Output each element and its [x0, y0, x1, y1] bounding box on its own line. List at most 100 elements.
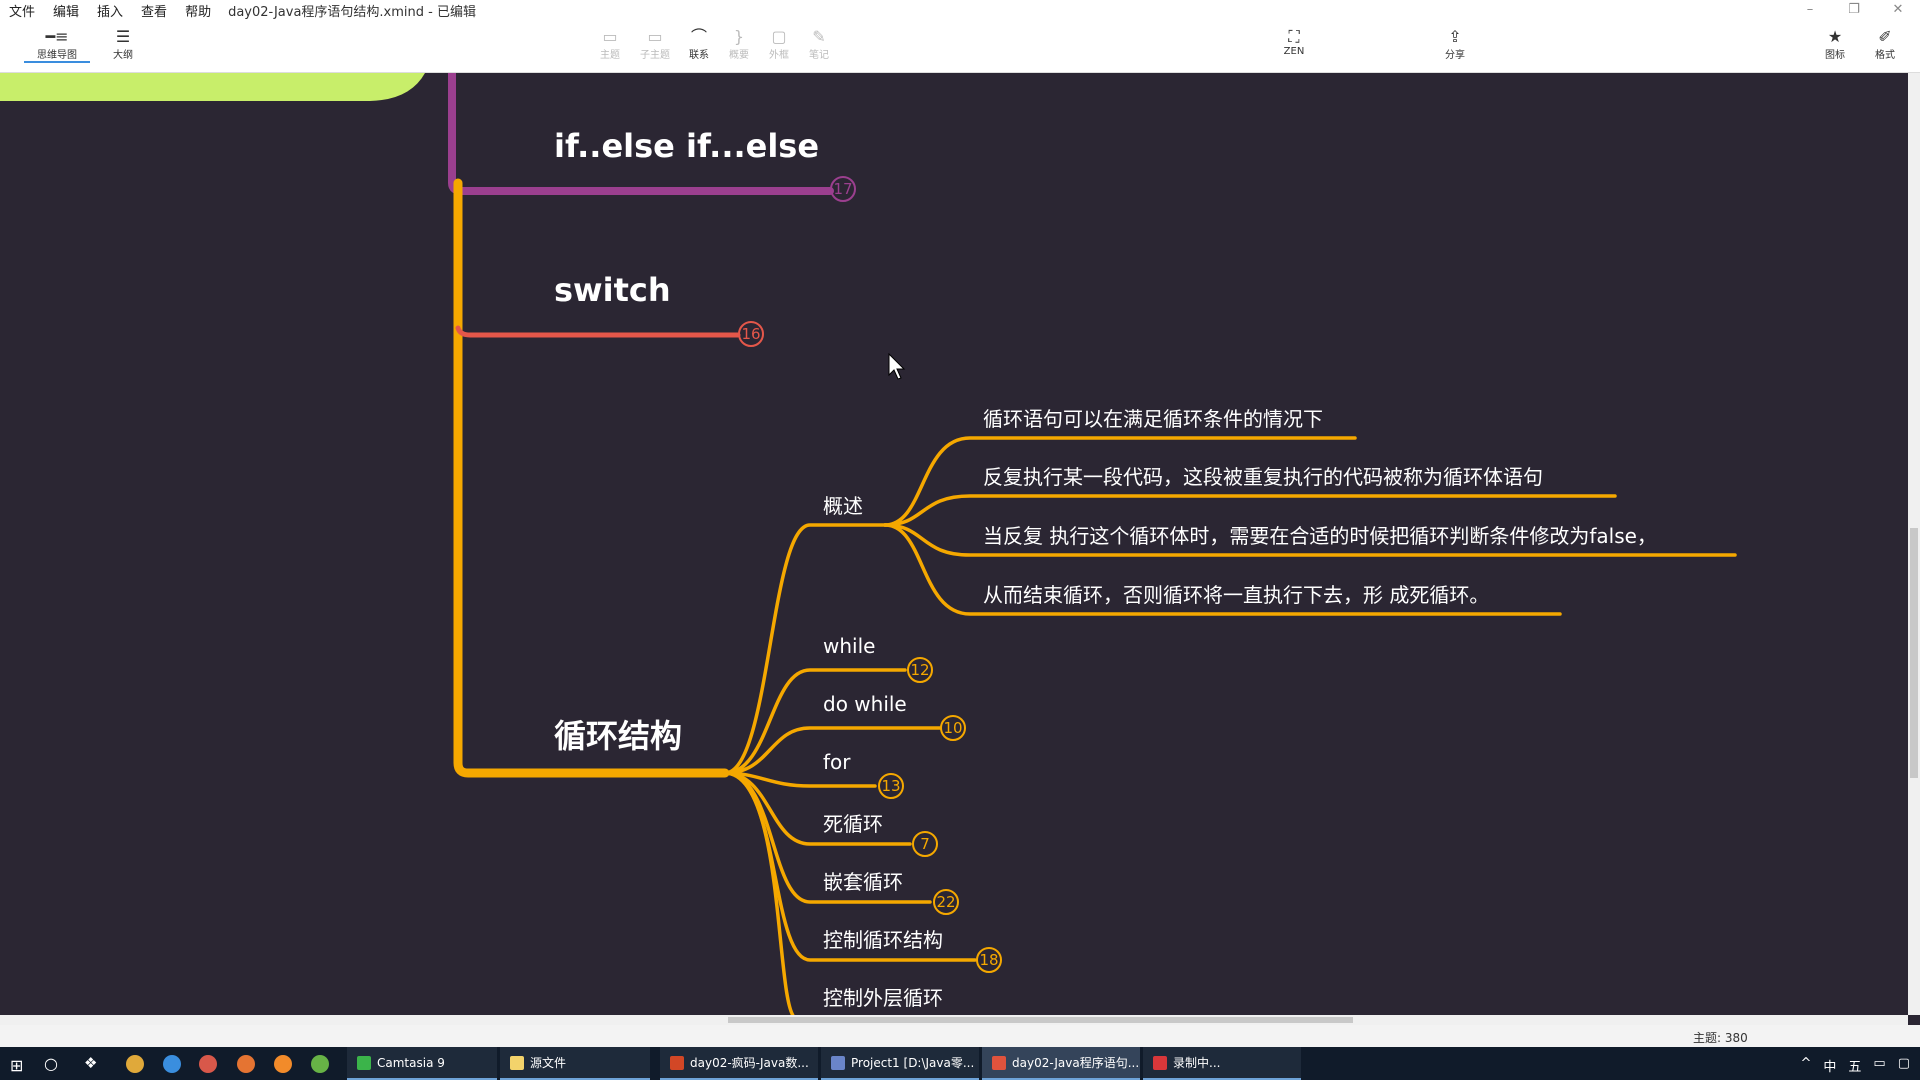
- relationship-icon: ⌒: [690, 27, 707, 46]
- subtopic-icon: ▭: [647, 27, 663, 46]
- topic-nested-loop[interactable]: 嵌套循环: [823, 866, 903, 895]
- star-icon: ★: [1827, 27, 1843, 46]
- horizontal-scroll-thumb[interactable]: [728, 1017, 1353, 1023]
- relationship-label: 联系: [689, 50, 709, 61]
- nested-count-badge[interactable]: 22: [933, 889, 959, 915]
- topic-control-loop[interactable]: 控制循环结构: [823, 924, 943, 953]
- dowhile-count-badge[interactable]: 10: [940, 715, 966, 741]
- taskbar-project[interactable]: Project1 [D:\Java零...: [821, 1047, 979, 1080]
- note-label: 笔记: [809, 50, 829, 61]
- overview-line-3[interactable]: 当反复 执行这个循环体时，需要在合适的时候把循环判断条件修改为false，: [983, 520, 1657, 549]
- overview-line-4[interactable]: 从而结束循环，否则循环将一直执行下去，形 成死循环。: [983, 579, 1489, 608]
- taskbar-project-label: Project1 [D:\Java零...: [851, 1056, 975, 1070]
- topic-label: 主题: [600, 50, 620, 61]
- window-title: day02-Java程序语句结构.xmind - 已编辑: [228, 4, 476, 20]
- vertical-scrollbar[interactable]: [1908, 73, 1920, 1015]
- taskbar-ppt[interactable]: day02-疯码-Java数...: [660, 1047, 818, 1080]
- menu-edit[interactable]: 编辑: [44, 1, 88, 20]
- topic-overview[interactable]: 概述: [823, 490, 863, 519]
- app-icon[interactable]: [199, 1055, 217, 1073]
- subtopic-label: 子主题: [640, 50, 670, 61]
- recording-icon: [1153, 1055, 1167, 1070]
- icon-panel-button[interactable]: ★ 图标: [1810, 27, 1860, 62]
- subtopic-button[interactable]: ▭ 子主题: [630, 27, 680, 62]
- mindmap-canvas[interactable]: if..else if...else 17 switch 16 循环结构 概述 …: [0, 73, 1908, 1015]
- chrome-icon[interactable]: [126, 1055, 144, 1073]
- summary-label: 概要: [729, 50, 749, 61]
- restore-button[interactable]: ❐: [1832, 0, 1876, 20]
- outline-icon: ☰: [115, 27, 131, 46]
- topic-while[interactable]: while: [823, 634, 875, 658]
- for-count-badge[interactable]: 13: [878, 773, 904, 799]
- overview-line-2[interactable]: 反复执行某一段代码，这段被重复执行的代码被称为循环体语句: [983, 461, 1543, 490]
- firefox-icon[interactable]: [237, 1055, 255, 1073]
- topic-count: 主题: 380: [1693, 1031, 1748, 1045]
- action-center-icon[interactable]: ▢: [1898, 1056, 1910, 1075]
- topic-switch[interactable]: switch: [554, 271, 671, 309]
- taskbar-source-files[interactable]: 源文件: [500, 1047, 650, 1080]
- taskbar-xmind-label: day02-Java程序语句...: [1012, 1056, 1140, 1070]
- taskbar-source-files-label: 源文件: [530, 1056, 567, 1070]
- outline-view-label: 大纲: [113, 50, 133, 61]
- topic-icon: ▭: [602, 27, 618, 46]
- camtasia-icon: [357, 1055, 371, 1070]
- taskbar-camtasia[interactable]: Camtasia 9: [347, 1047, 497, 1080]
- while-count-badge[interactable]: 12: [907, 657, 933, 683]
- topic-button[interactable]: ▭ 主题: [585, 27, 635, 62]
- zen-label: ZEN: [1283, 46, 1305, 57]
- taskbar-xmind[interactable]: day02-Java程序语句...: [982, 1047, 1140, 1080]
- switch-connector: [455, 325, 741, 338]
- folder-icon: [510, 1055, 524, 1070]
- share-label: 分享: [1445, 50, 1465, 61]
- boundary-icon: ▢: [771, 27, 787, 46]
- while-connector: [723, 668, 907, 775]
- control-count-badge[interactable]: 18: [976, 947, 1002, 973]
- tray-expand-icon[interactable]: ^: [1800, 1056, 1811, 1075]
- topic-ifelse[interactable]: if..else if...else: [554, 127, 819, 165]
- summary-icon: }: [733, 27, 745, 46]
- vertical-scroll-thumb[interactable]: [1910, 528, 1918, 778]
- qq-browser-icon[interactable]: [163, 1055, 181, 1073]
- windows-start-icon[interactable]: ⊞: [10, 1056, 23, 1075]
- topic-do-while[interactable]: do while: [823, 692, 907, 716]
- menu-file[interactable]: 文件: [0, 1, 44, 20]
- menu-help[interactable]: 帮助: [176, 1, 220, 20]
- minimize-button[interactable]: –: [1788, 0, 1832, 20]
- xmind-icon: [992, 1055, 1006, 1070]
- topic-control-outer-loop[interactable]: 控制外层循环: [823, 982, 943, 1011]
- search-app-icon[interactable]: [274, 1055, 292, 1073]
- zen-button[interactable]: ⛶ ZEN: [1269, 27, 1319, 58]
- switch-count-badge[interactable]: 16: [738, 321, 764, 347]
- share-button[interactable]: ⇪ 分享: [1430, 28, 1480, 62]
- ime-mode-indicator[interactable]: 五: [1848, 1056, 1861, 1075]
- outline-view-button[interactable]: ☰ 大纲: [98, 27, 148, 62]
- deadloop-count-badge[interactable]: 7: [912, 831, 938, 857]
- ime-indicator[interactable]: 中: [1823, 1056, 1836, 1075]
- system-tray: ^ 中 五 ▭ ▢: [1800, 1056, 1910, 1075]
- taskbar-ppt-label: day02-疯码-Java数...: [690, 1056, 809, 1070]
- taskbar-recording[interactable]: 录制中...: [1143, 1047, 1301, 1080]
- ifelse-count-badge[interactable]: 17: [830, 176, 856, 202]
- menu-bar: 文件 编辑 插入 查看 帮助 day02-Java程序语句结构.xmind - …: [0, 0, 1920, 20]
- topic-for[interactable]: for: [823, 750, 851, 774]
- topic-dead-loop[interactable]: 死循环: [823, 808, 883, 837]
- topic-loop-structure[interactable]: 循环结构: [554, 711, 682, 757]
- menu-insert[interactable]: 插入: [88, 1, 132, 20]
- menu-view[interactable]: 查看: [132, 1, 176, 20]
- zen-icon: ⛶: [1288, 27, 1300, 46]
- format-panel-button[interactable]: ✐ 格式: [1860, 27, 1910, 62]
- brush-icon: ✐: [1878, 27, 1892, 46]
- note-button[interactable]: ✎ 笔记: [794, 27, 844, 62]
- taskbar-camtasia-label: Camtasia 9: [377, 1055, 445, 1070]
- horizontal-scrollbar[interactable]: [0, 1015, 1908, 1025]
- notification-icon[interactable]: ▭: [1873, 1056, 1885, 1075]
- close-button[interactable]: ✕: [1876, 0, 1920, 20]
- green-app-icon[interactable]: [311, 1055, 329, 1073]
- note-icon: ✎: [812, 27, 826, 46]
- status-bar: 主题: 380: [0, 1025, 1920, 1047]
- window-controls: – ❐ ✕: [1788, 0, 1920, 20]
- mindmap-view-button[interactable]: ━≡ 思维导图: [24, 28, 90, 63]
- overview-line-1[interactable]: 循环语句可以在满足循环条件的情况下: [983, 403, 1323, 432]
- task-view-icon[interactable]: ❖: [84, 1054, 97, 1072]
- cortana-icon[interactable]: ○: [44, 1054, 58, 1073]
